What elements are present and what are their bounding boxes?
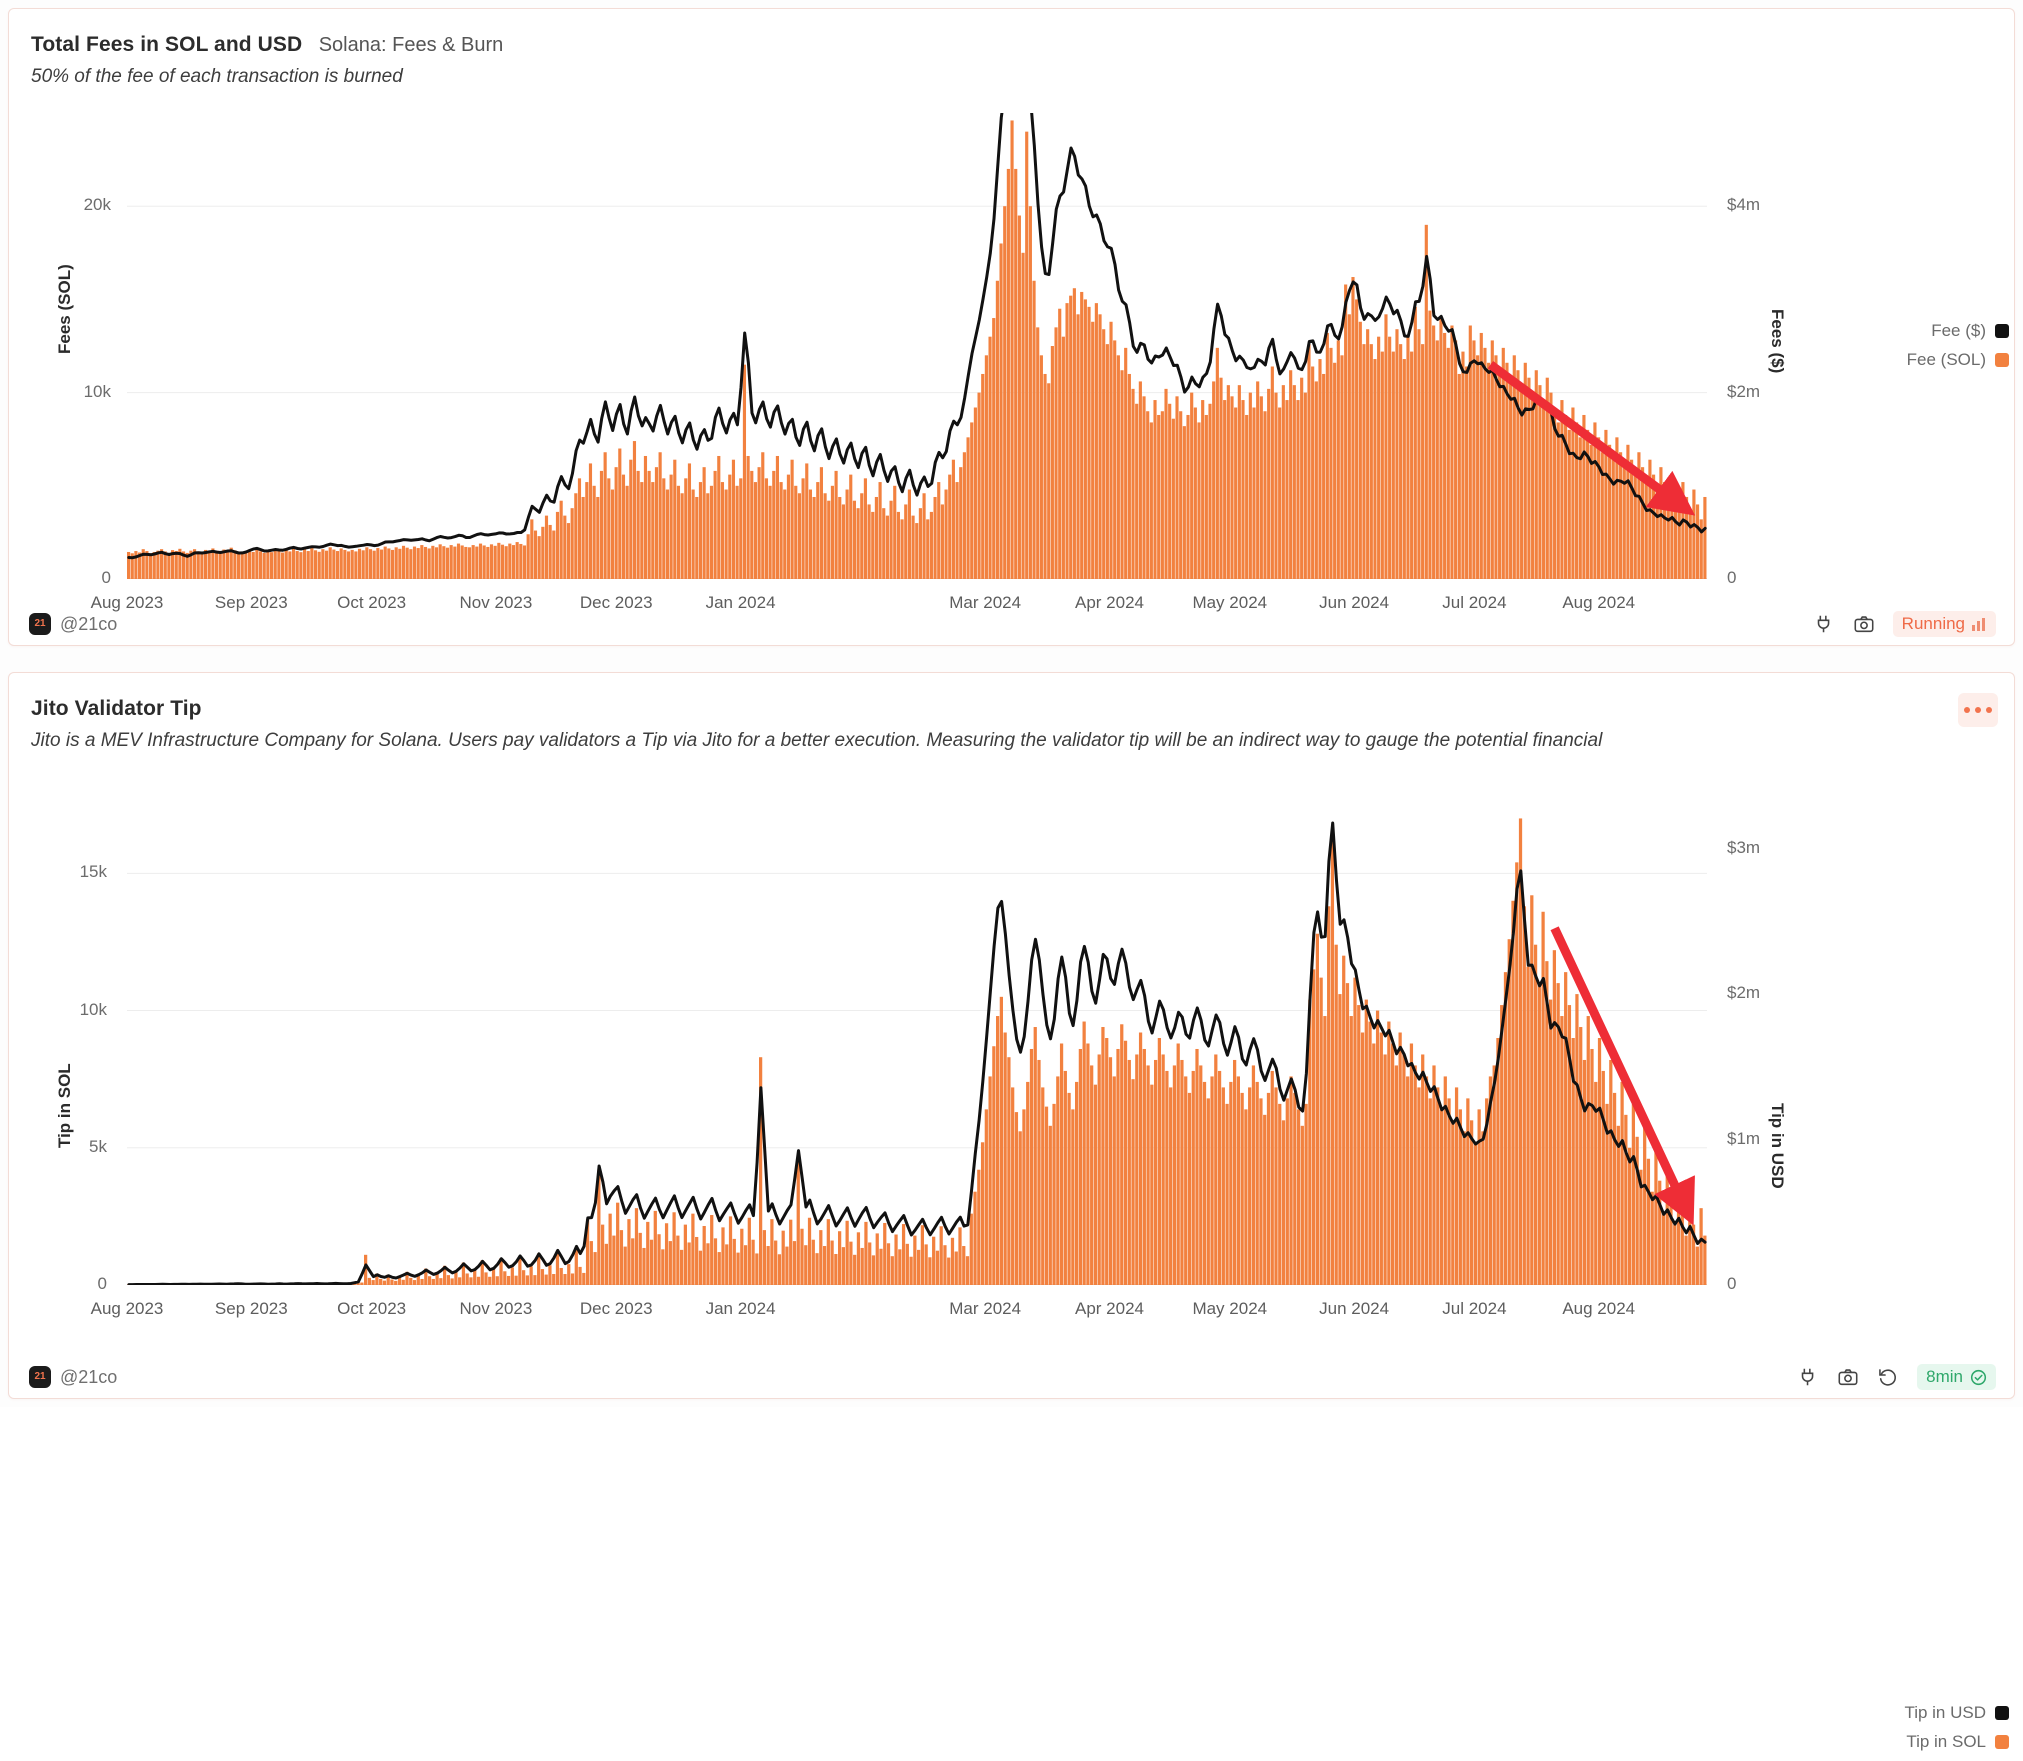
legend-label: Fee (SOL) xyxy=(1907,350,1986,370)
panel2-plot-area[interactable] xyxy=(127,791,1707,1285)
chart-panel-jito: Jito Validator Tip Jito is a MEV Infrast… xyxy=(8,672,2015,1399)
panel2-y2tick: $3m xyxy=(1727,838,1760,858)
x-axis-tick: Jan 2024 xyxy=(706,1299,776,1319)
twentyone-logo: 21 xyxy=(29,613,51,635)
legend-item[interactable]: Tip in SOL xyxy=(1839,1732,2009,1752)
x-axis-tick: May 2024 xyxy=(1192,1299,1267,1319)
x-axis-tick: Sep 2023 xyxy=(215,1299,288,1319)
more-options-button[interactable] xyxy=(1958,693,1998,727)
x-axis-tick: Dec 2023 xyxy=(580,1299,653,1319)
dashboard-root: Total Fees in SOL and USD Solana: Fees &… xyxy=(0,0,2023,1407)
panel2-y2-axis-label: Tip in USD xyxy=(1767,1103,1787,1189)
x-axis-tick: Jul 2024 xyxy=(1442,1299,1506,1319)
panel1-y2tick: $4m xyxy=(1727,195,1760,215)
dot-icon xyxy=(1986,707,1992,713)
x-axis-tick: Jun 2024 xyxy=(1319,1299,1389,1319)
x-axis-tick: Oct 2023 xyxy=(337,1299,406,1319)
panel1-ytick: 20k xyxy=(49,195,111,215)
x-axis-tick: Nov 2023 xyxy=(460,1299,533,1319)
panel1-toolbar: Running xyxy=(1813,611,1996,637)
panel2-ytick: 0 xyxy=(45,1274,107,1294)
brand-handle: @21co xyxy=(60,1367,117,1388)
legend-item[interactable]: Fee ($) xyxy=(1839,321,2009,341)
panel2-y2tick: $1m xyxy=(1727,1129,1760,1149)
legend-item[interactable]: Fee (SOL) xyxy=(1839,350,2009,370)
panel1-y2-axis-label: Fees ($) xyxy=(1767,309,1787,373)
panel2-header: Jito Validator Tip Jito is a MEV Infrast… xyxy=(31,697,1954,752)
plug-icon[interactable] xyxy=(1813,613,1835,635)
panel1-y2tick: 0 xyxy=(1727,568,1736,588)
panel2-toolbar: 8min xyxy=(1797,1364,1996,1390)
panel1-plot-area[interactable] xyxy=(127,113,1707,579)
panel1-y2tick: $2m xyxy=(1727,382,1760,402)
legend-swatch-orange xyxy=(1995,1735,2009,1749)
panel2-ytick: 15k xyxy=(45,862,107,882)
check-circle-icon xyxy=(1970,1369,1987,1386)
panel1-header: Total Fees in SOL and USD Solana: Fees &… xyxy=(31,33,1954,88)
panel2-y-axis-label: Tip in SOL xyxy=(55,1063,75,1148)
panel2-footer: 21 @21co 8min xyxy=(9,1356,2014,1398)
chart-panel-fees: Total Fees in SOL and USD Solana: Fees &… xyxy=(8,8,2015,646)
panel1-subject: Solana: Fees & Burn xyxy=(319,34,504,57)
panel1-description: 50% of the fee of each transaction is bu… xyxy=(31,66,1954,88)
panel1-status-badge[interactable]: Running xyxy=(1893,611,1996,637)
legend-label: Tip in USD xyxy=(1904,1703,1986,1723)
panel2-chart-svg xyxy=(127,791,1707,1285)
panel1-footer: 21 @21co Running xyxy=(9,603,2014,645)
panel1-y-axis-label: Fees (SOL) xyxy=(55,264,75,354)
plug-icon[interactable] xyxy=(1797,1366,1819,1388)
panel2-title: Jito Validator Tip xyxy=(31,697,202,721)
legend-label: Tip in SOL xyxy=(1906,1732,1986,1752)
legend-swatch-black xyxy=(1995,1706,2009,1720)
legend-swatch-orange xyxy=(1995,353,2009,367)
bars-icon xyxy=(1972,618,1987,631)
panel2-y2tick: 0 xyxy=(1727,1274,1736,1294)
panel2-legend: Tip in USD Tip in SOL xyxy=(1839,1703,2009,1761)
legend-swatch-black xyxy=(1995,324,2009,338)
panel2-status-badge[interactable]: 8min xyxy=(1917,1364,1996,1390)
brand-handle: @21co xyxy=(60,614,117,635)
panel1-ytick: 10k xyxy=(49,382,111,402)
panel1-chart-svg xyxy=(127,113,1707,579)
x-axis-tick: Aug 2024 xyxy=(1562,1299,1635,1319)
panel2-description: Jito is a MEV Infrastructure Company for… xyxy=(31,730,1954,752)
x-axis-tick: Apr 2024 xyxy=(1075,1299,1144,1319)
status-label: Running xyxy=(1902,614,1965,634)
panel2-ytick: 10k xyxy=(45,1000,107,1020)
panel2-ytick: 5k xyxy=(45,1137,107,1157)
x-axis-tick: Mar 2024 xyxy=(949,1299,1021,1319)
legend-label: Fee ($) xyxy=(1931,321,1986,341)
panel2-y2tick: $2m xyxy=(1727,983,1760,1003)
x-axis-tick: Aug 2023 xyxy=(91,1299,164,1319)
camera-icon[interactable] xyxy=(1853,613,1875,635)
refresh-icon[interactable] xyxy=(1877,1366,1899,1388)
panel1-ytick: 0 xyxy=(49,568,111,588)
brand-watermark: 21 @21co xyxy=(29,613,117,635)
dot-icon xyxy=(1964,707,1970,713)
twentyone-logo: 21 xyxy=(29,1366,51,1388)
legend-item[interactable]: Tip in USD xyxy=(1839,1703,2009,1723)
dot-icon xyxy=(1975,707,1981,713)
brand-watermark: 21 @21co xyxy=(29,1366,117,1388)
panel1-legend: Fee ($) Fee (SOL) xyxy=(1839,321,2009,379)
status-label: 8min xyxy=(1926,1367,1963,1387)
camera-icon[interactable] xyxy=(1837,1366,1859,1388)
panel1-title: Total Fees in SOL and USD xyxy=(31,33,302,57)
